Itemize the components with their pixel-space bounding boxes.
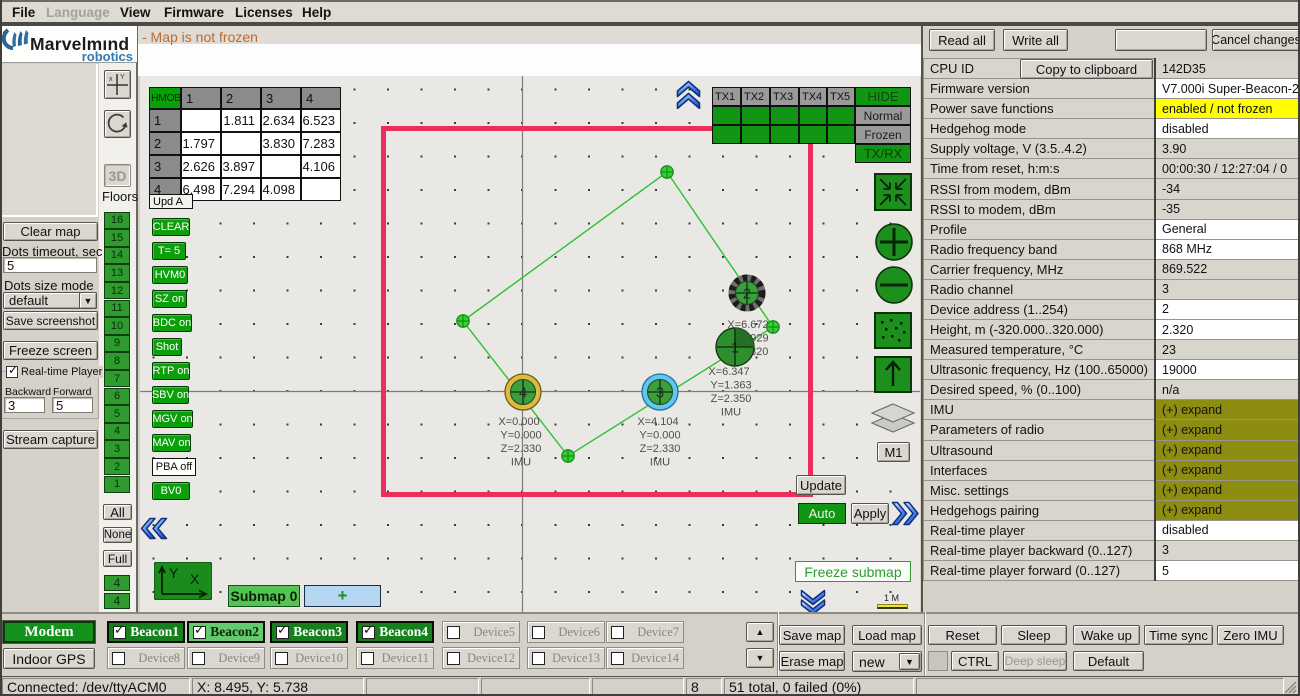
svg-text:4: 4 (519, 386, 527, 402)
svg-text:1: 1 (731, 341, 739, 357)
svg-text:IMU: IMU (511, 457, 531, 469)
svg-text:IMU: IMU (650, 457, 670, 469)
svg-text:Y=0.000: Y=0.000 (639, 430, 680, 442)
svg-text:X: X (190, 571, 200, 587)
svg-text:Z=2.330: Z=2.330 (501, 443, 542, 455)
svg-text:3: 3 (656, 386, 664, 402)
svg-text:Y=1.363: Y=1.363 (710, 380, 751, 392)
svg-text:x: x (109, 76, 113, 83)
svg-text:Y=0.000: Y=0.000 (500, 430, 541, 442)
svg-text:2: 2 (743, 287, 751, 303)
svg-text:IMU: IMU (721, 407, 741, 419)
svg-text:Y: Y (120, 74, 125, 81)
svg-text:X=6.347: X=6.347 (708, 366, 749, 378)
svg-text:Z=2.330: Z=2.330 (640, 443, 681, 455)
svg-text:Y: Y (169, 565, 179, 581)
svg-text:Z=2.350: Z=2.350 (711, 393, 752, 405)
svg-text:X=4.104: X=4.104 (637, 416, 678, 428)
svg-text:X=0.000: X=0.000 (498, 416, 539, 428)
